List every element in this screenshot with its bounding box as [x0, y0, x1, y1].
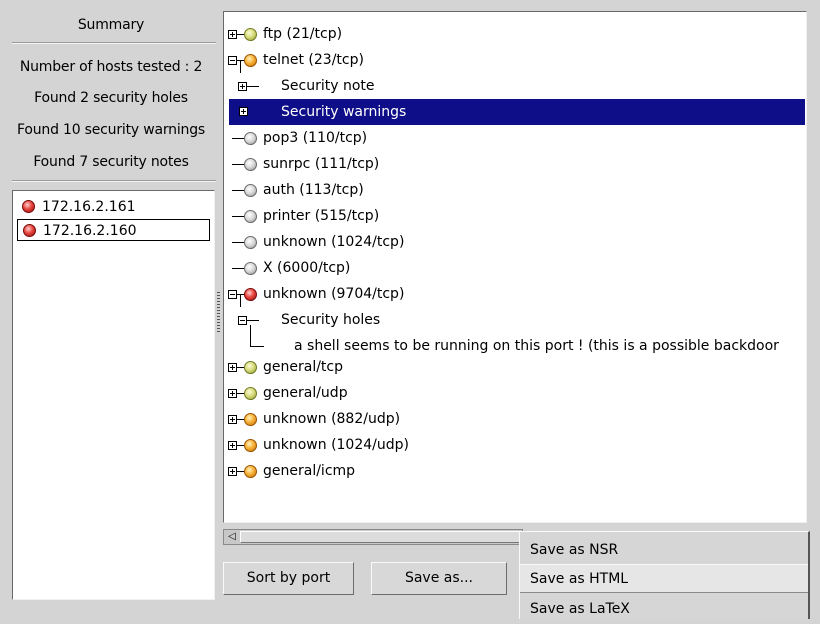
- expand-icon[interactable]: [228, 363, 237, 372]
- horizontal-scrollbar[interactable]: ◁: [223, 529, 523, 545]
- security-note-icon: [244, 361, 257, 374]
- pane-splitter-handle[interactable]: [217, 292, 220, 332]
- security-warning-icon: [244, 439, 257, 452]
- summary-divider: [12, 180, 216, 182]
- tree-port-pop3[interactable]: pop3 (110/tcp): [263, 125, 367, 151]
- tree-port-printer[interactable]: printer (515/tcp): [263, 203, 379, 229]
- security-notes-count: Found 7 security notes: [33, 154, 189, 170]
- port-status-icon: [244, 132, 257, 145]
- hosts-tested-count: Number of hosts tested : 2: [19, 59, 203, 75]
- host-list[interactable]: 172.16.2.161 172.16.2.160: [12, 190, 215, 600]
- security-hole-icon: [22, 200, 35, 213]
- tree-hole-message[interactable]: a shell seems to be running on this port…: [294, 333, 779, 359]
- tree-security-holes[interactable]: Security holes: [281, 307, 380, 333]
- expand-icon[interactable]: [238, 82, 247, 91]
- menu-item-save-html[interactable]: Save as HTML: [520, 564, 808, 593]
- save-as-menu: Save as NSR Save as HTML Save as LaTeX: [519, 531, 810, 619]
- menu-item-save-latex[interactable]: Save as LaTeX: [520, 595, 808, 624]
- sort-by-port-button[interactable]: Sort by port: [223, 562, 354, 595]
- tree-general-udp[interactable]: general/udp: [263, 380, 348, 406]
- security-warning-icon: [244, 413, 257, 426]
- expand-icon[interactable]: [228, 415, 237, 424]
- tree-port-unknown-9704[interactable]: unknown (9704/tcp): [263, 281, 404, 307]
- port-status-icon: [244, 184, 257, 197]
- host-item[interactable]: 172.16.2.160: [17, 219, 210, 241]
- collapse-icon[interactable]: [228, 290, 237, 299]
- port-status-icon: [244, 210, 257, 223]
- security-warning-icon: [244, 465, 257, 478]
- security-hole-icon: [244, 288, 257, 301]
- security-warnings-count: Found 10 security warnings: [17, 122, 205, 138]
- tree-port-unknown-882-udp[interactable]: unknown (882/udp): [263, 406, 400, 432]
- security-note-icon: [244, 28, 257, 41]
- tree-security-warnings[interactable]: Security warnings: [229, 99, 805, 125]
- host-item[interactable]: 172.16.2.161: [17, 196, 210, 218]
- tree-port-telnet[interactable]: telnet (23/tcp): [263, 47, 364, 73]
- collapse-icon[interactable]: [238, 316, 247, 325]
- tree-port-x11[interactable]: X (6000/tcp): [263, 255, 350, 281]
- tree-general-tcp[interactable]: general/tcp: [263, 354, 343, 380]
- expand-icon[interactable]: [228, 389, 237, 398]
- host-ip: 172.16.2.160: [43, 223, 137, 239]
- scrollbar-thumb[interactable]: [240, 531, 520, 543]
- tree-general-icmp[interactable]: general/icmp: [263, 458, 355, 484]
- port-status-icon: [244, 236, 257, 249]
- summary-title: Summary: [77, 17, 145, 33]
- tree-port-ftp[interactable]: ftp (21/tcp): [263, 21, 342, 47]
- expand-icon[interactable]: [239, 107, 248, 116]
- tree-port-unknown-1024-udp[interactable]: unknown (1024/udp): [263, 432, 409, 458]
- scroll-left-arrow-icon[interactable]: ◁: [226, 531, 238, 543]
- port-tree[interactable]: ftp (21/tcp) telnet (23/tcp) Security no…: [223, 11, 807, 523]
- expand-icon[interactable]: [228, 467, 237, 476]
- menu-item-save-nsr[interactable]: Save as NSR: [520, 536, 808, 565]
- expand-icon[interactable]: [228, 441, 237, 450]
- tree-port-unknown-1024-tcp[interactable]: unknown (1024/tcp): [263, 229, 404, 255]
- tree-security-note[interactable]: Security note: [281, 73, 374, 99]
- security-hole-icon: [23, 224, 36, 237]
- security-holes-count: Found 2 security holes: [34, 90, 188, 106]
- tree-security-warnings-label: Security warnings: [281, 104, 407, 120]
- port-status-icon: [244, 158, 257, 171]
- security-warning-icon: [244, 54, 257, 67]
- summary-divider: [12, 42, 216, 44]
- expand-icon[interactable]: [228, 30, 237, 39]
- host-ip: 172.16.2.161: [42, 199, 136, 215]
- tree-port-sunrpc[interactable]: sunrpc (111/tcp): [263, 151, 379, 177]
- security-note-icon: [244, 387, 257, 400]
- collapse-icon[interactable]: [228, 56, 237, 65]
- port-status-icon: [244, 262, 257, 275]
- tree-port-auth[interactable]: auth (113/tcp): [263, 177, 364, 203]
- save-as-button[interactable]: Save as...: [371, 562, 507, 595]
